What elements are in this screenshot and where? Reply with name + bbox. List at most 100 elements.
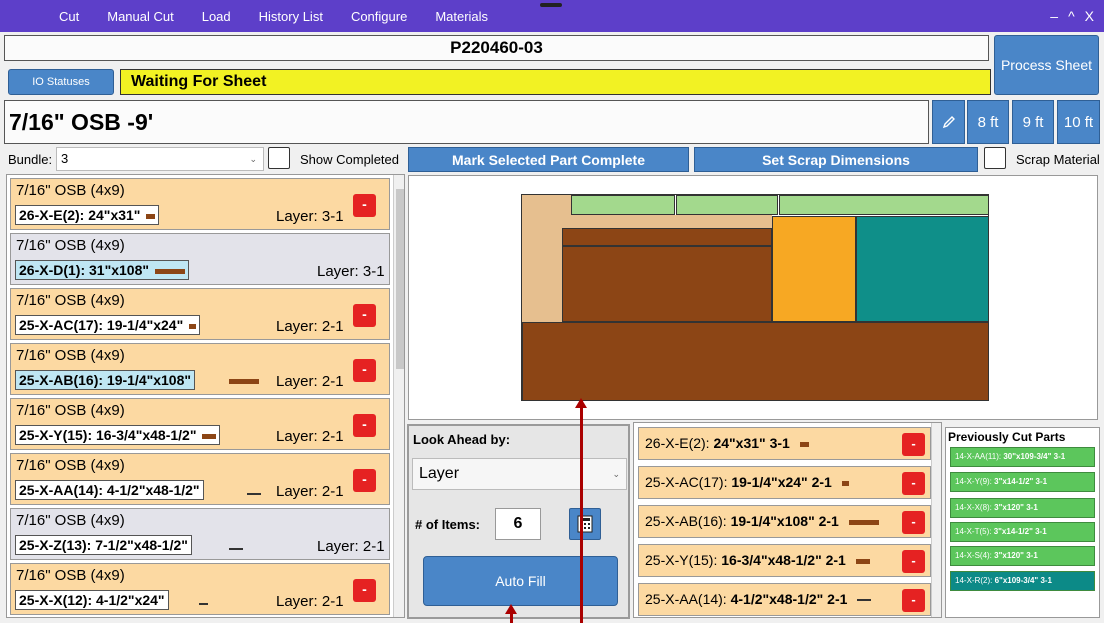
list-item[interactable]: 25-X-Y(15): 16-3/4"x48-1/2" 2-1 -	[638, 544, 931, 577]
list-item[interactable]: 14-X-Y(9): 3"x14-1/2" 3-1	[950, 472, 1095, 492]
list-item[interactable]: 7/16" OSB (4x9) 25-X-AA(14): 4-1/2"x48-1…	[10, 453, 390, 505]
remove-button[interactable]: -	[353, 359, 376, 382]
remove-button[interactable]: -	[902, 550, 925, 573]
menu-history-list[interactable]: History List	[259, 9, 323, 24]
list-item[interactable]: 25-X-AB(16): 19-1/4"x108" 2-1 -	[638, 505, 931, 538]
part-material: 7/16" OSB (4x9)	[16, 512, 125, 529]
sheet-layout-view[interactable]	[408, 175, 1098, 420]
minimize-icon[interactable]: –	[1050, 8, 1058, 24]
list-item[interactable]: 14-X-AA(11): 30"x109-3/4" 3-1	[950, 447, 1095, 467]
part-swatch	[202, 433, 217, 439]
sheet-part[interactable]	[779, 195, 989, 215]
remove-button[interactable]: -	[353, 579, 376, 602]
list-item[interactable]: 14-X-S(4): 3"x120" 3-1	[950, 546, 1095, 566]
sheet-part[interactable]	[562, 228, 772, 246]
mark-complete-button[interactable]: Mark Selected Part Complete	[408, 147, 689, 172]
part-swatch	[155, 268, 185, 274]
parts-list[interactable]: 7/16" OSB (4x9) 26-X-E(2): 24"x31" Layer…	[6, 174, 405, 618]
items-count-input[interactable]: 6	[495, 508, 541, 540]
part-swatch	[799, 441, 809, 447]
list-item[interactable]: 7/16" OSB (4x9) 26-X-E(2): 24"x31" Layer…	[10, 178, 390, 230]
queue-scrollbar[interactable]	[931, 423, 941, 617]
menu-manual-cut[interactable]: Manual Cut	[107, 9, 173, 24]
menu-configure[interactable]: Configure	[351, 9, 407, 24]
pencil-icon	[942, 116, 955, 129]
remove-button[interactable]: -	[902, 589, 925, 612]
list-item[interactable]: 7/16" OSB (4x9) 25-X-X(12): 4-1/2"x24" L…	[10, 563, 390, 615]
part-label: 25-X-AC(17): 19-1/4"x24"	[15, 315, 201, 335]
list-item[interactable]: 25-X-AA(14): 4-1/2"x48-1/2" 2-1 -	[638, 583, 931, 616]
part-material: 7/16" OSB (4x9)	[16, 292, 125, 309]
list-item[interactable]: 14-X-T(5): 3"x14-1/2" 3-1	[950, 522, 1095, 542]
calculator-button[interactable]	[569, 508, 601, 540]
queue-part-layer: 3-1	[769, 435, 790, 451]
remove-button[interactable]: -	[902, 433, 925, 456]
look-ahead-value: Layer	[419, 465, 460, 482]
list-item[interactable]: 7/16" OSB (4x9) 26-X-D(1): 31"x108" Laye…	[10, 233, 390, 285]
list-item[interactable]: 14-X-X(8): 3"x120" 3-1	[950, 498, 1095, 518]
auto-fill-button[interactable]: Auto Fill	[423, 556, 618, 606]
show-completed-checkbox[interactable]	[268, 147, 290, 169]
part-label: 25-X-Y(15): 16-3/4"x48-1/2"	[15, 425, 221, 445]
menu-load[interactable]: Load	[202, 9, 231, 24]
remove-button[interactable]: -	[902, 472, 925, 495]
remove-button[interactable]: -	[353, 304, 376, 327]
queue-part-id: 26-X-E(2):	[645, 435, 710, 451]
sheet-outline	[521, 194, 989, 401]
size-10ft-button[interactable]: 10 ft	[1057, 100, 1100, 144]
queue-part-dims: 19-1/4"x24"	[731, 474, 808, 490]
parts-list-scrollbar[interactable]	[393, 175, 404, 617]
arrow-head-icon	[575, 398, 587, 408]
drag-grip-icon[interactable]	[540, 3, 562, 7]
part-label: 26-X-E(2): 24"x31"	[15, 205, 160, 225]
sheet-part[interactable]	[562, 246, 772, 322]
list-item[interactable]: 25-X-AC(17): 19-1/4"x24" 2-1 -	[638, 466, 931, 499]
list-item[interactable]: 26-X-E(2): 24"x31" 3-1 -	[638, 427, 931, 460]
close-icon[interactable]: X	[1085, 8, 1094, 24]
set-scrap-button[interactable]: Set Scrap Dimensions	[694, 147, 978, 172]
process-sheet-button[interactable]: Process Sheet	[994, 35, 1099, 95]
bundle-label: Bundle:	[8, 152, 53, 167]
list-item[interactable]: 7/16" OSB (4x9) 25-X-AC(17): 19-1/4"x24"…	[10, 288, 390, 340]
scrap-material-checkbox[interactable]	[984, 147, 1006, 169]
remove-button[interactable]: -	[353, 194, 376, 217]
bundle-select[interactable]: 3 ⌄	[56, 147, 264, 171]
remove-button[interactable]: -	[353, 469, 376, 492]
size-8ft-button[interactable]: 8 ft	[967, 100, 1009, 144]
part-layer: Layer: 2-1	[276, 373, 344, 390]
cut-queue-list[interactable]: 26-X-E(2): 24"x31" 3-1 - 25-X-AC(17): 19…	[633, 422, 942, 618]
part-layer: Layer: 3-1	[317, 263, 385, 280]
remove-button[interactable]: -	[902, 511, 925, 534]
list-item[interactable]: 7/16" OSB (4x9) 25-X-Z(13): 7-1/2"x48-1/…	[10, 508, 390, 560]
size-9ft-button[interactable]: 9 ft	[1012, 100, 1054, 144]
remove-button[interactable]: -	[353, 414, 376, 437]
menu-materials[interactable]: Materials	[435, 9, 488, 24]
sheet-part[interactable]	[856, 216, 989, 322]
chevron-down-icon: ⌄	[249, 154, 257, 164]
list-item[interactable]: 14-X-R(2): 6"x109-3/4" 3-1	[950, 571, 1095, 591]
sheet-part[interactable]	[676, 195, 778, 215]
list-item[interactable]: 7/16" OSB (4x9) 25-X-AB(16): 19-1/4"x108…	[10, 343, 390, 395]
list-item[interactable]: 7/16" OSB (4x9) 25-X-Y(15): 16-3/4"x48-1…	[10, 398, 390, 450]
menu-cut[interactable]: Cut	[59, 9, 79, 24]
maximize-icon[interactable]: ^	[1068, 8, 1075, 24]
annotation-arrow	[580, 400, 583, 623]
sheet-part[interactable]	[522, 322, 989, 401]
part-swatch	[857, 599, 872, 602]
scrollbar-thumb[interactable]	[396, 189, 404, 369]
chevron-down-icon: ⌄	[612, 469, 620, 479]
part-swatch	[189, 323, 197, 329]
sheet-part[interactable]	[772, 216, 856, 322]
material-name: 7/16" OSB -9'	[4, 100, 929, 144]
queue-part-id: 25-X-Y(15):	[645, 552, 718, 568]
part-material: 7/16" OSB (4x9)	[16, 402, 125, 419]
sheet-part[interactable]	[571, 195, 675, 215]
part-swatch	[247, 493, 261, 495]
part-material: 7/16" OSB (4x9)	[16, 567, 125, 584]
io-statuses-button[interactable]: IO Statuses	[8, 69, 114, 95]
menu-bar: Cut Manual Cut Load History List Configu…	[0, 0, 1104, 32]
look-ahead-panel: Look Ahead by: Layer ⌄ # of Items: 6 Aut…	[407, 424, 630, 619]
edit-button[interactable]	[932, 100, 965, 144]
look-ahead-select[interactable]: Layer ⌄	[412, 458, 627, 490]
queue-part-layer: 2-1	[818, 513, 839, 529]
